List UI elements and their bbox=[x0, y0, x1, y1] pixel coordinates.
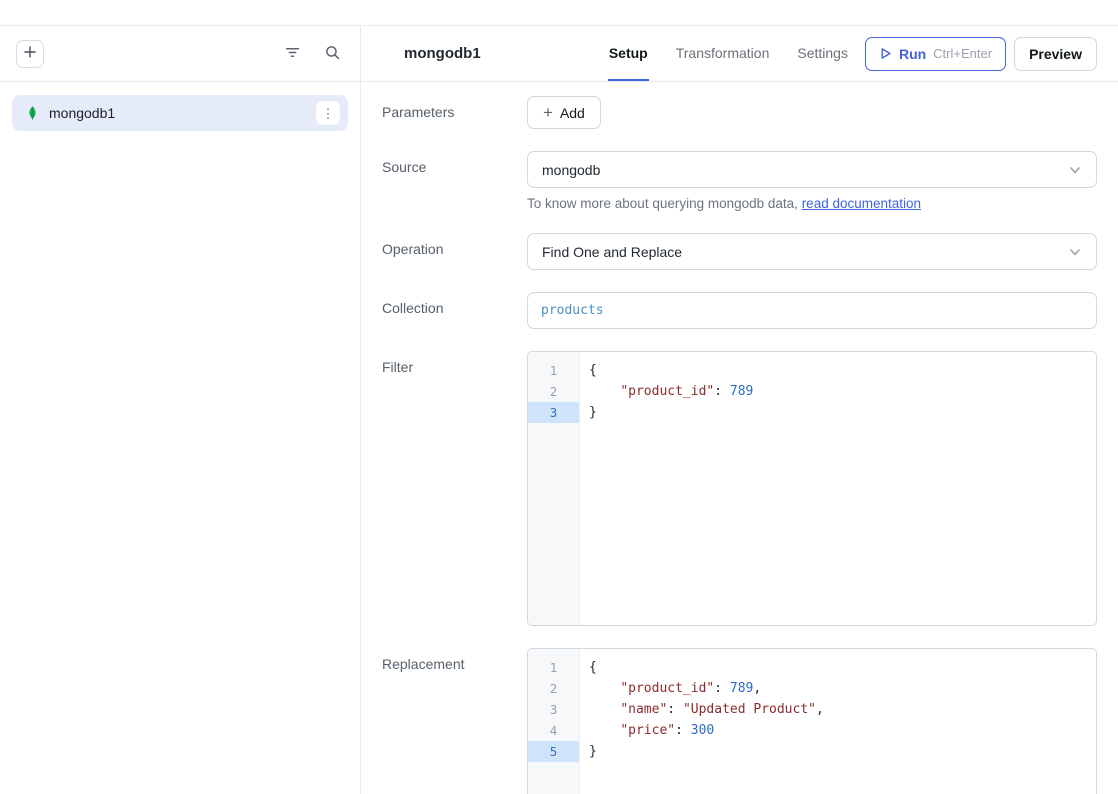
code-line: "product_id": 789, bbox=[589, 678, 1096, 699]
query-title: mongodb1 bbox=[404, 45, 481, 62]
collection-label: Collection bbox=[382, 292, 527, 329]
replacement-code-area[interactable]: { "product_id": 789, "name": "Updated Pr… bbox=[580, 649, 1096, 794]
filter-label: Filter bbox=[382, 351, 527, 626]
filter-icon bbox=[284, 44, 301, 64]
code-line: { bbox=[589, 657, 1096, 678]
replacement-label: Replacement bbox=[382, 648, 527, 794]
replacement-code-editor[interactable]: 12345 { "product_id": 789, "name": "Upda… bbox=[527, 648, 1097, 794]
line-number: 1 bbox=[528, 360, 579, 381]
parameters-row: Parameters + Add bbox=[382, 96, 1097, 129]
parameters-label: Parameters bbox=[382, 96, 527, 129]
kebab-icon: ⋮ bbox=[322, 107, 335, 120]
code-line: "product_id": 789 bbox=[589, 381, 1096, 402]
run-button[interactable]: Run Ctrl+Enter bbox=[865, 37, 1006, 71]
line-number: 1 bbox=[528, 657, 579, 678]
add-parameter-button[interactable]: + Add bbox=[527, 96, 601, 129]
query-editor-panel: mongodb1 Setup Transformation Settings R… bbox=[361, 26, 1118, 794]
query-list: mongodb1 ⋮ bbox=[0, 82, 360, 144]
line-number: 4 bbox=[528, 720, 579, 741]
source-select-value: mongodb bbox=[542, 162, 1068, 178]
preview-button[interactable]: Preview bbox=[1014, 37, 1097, 71]
tab-bar: Setup Transformation Settings bbox=[608, 26, 849, 81]
source-select[interactable]: mongodb bbox=[527, 151, 1097, 188]
query-item-label: mongodb1 bbox=[49, 105, 306, 121]
query-sidebar-header bbox=[0, 26, 360, 82]
line-number-gutter: 123 bbox=[528, 352, 580, 625]
line-number-gutter: 12345 bbox=[528, 649, 580, 794]
plus-icon: + bbox=[543, 104, 553, 121]
tab-setup[interactable]: Setup bbox=[608, 26, 649, 81]
chevron-down-icon bbox=[1068, 245, 1082, 259]
chevron-down-icon bbox=[1068, 163, 1082, 177]
source-row: Source mongodb To know more about queryi… bbox=[382, 151, 1097, 211]
filter-code-editor[interactable]: 123 { "product_id": 789} bbox=[527, 351, 1097, 626]
collection-input-value: products bbox=[541, 303, 604, 318]
tab-settings[interactable]: Settings bbox=[796, 26, 849, 81]
filter-row: Filter 123 { "product_id": 789} bbox=[382, 351, 1097, 626]
add-query-button[interactable] bbox=[16, 40, 44, 68]
line-number: 3 bbox=[528, 402, 579, 423]
operation-select[interactable]: Find One and Replace bbox=[527, 233, 1097, 270]
line-number: 2 bbox=[528, 678, 579, 699]
mongodb-leaf-icon bbox=[25, 105, 40, 121]
line-number: 2 bbox=[528, 381, 579, 402]
code-line: "price": 300 bbox=[589, 720, 1096, 741]
filter-code-area[interactable]: { "product_id": 789} bbox=[580, 352, 1096, 625]
operation-select-value: Find One and Replace bbox=[542, 244, 1068, 260]
source-helper-prefix: To know more about querying mongodb data… bbox=[527, 196, 802, 211]
query-setup-form: Parameters + Add Source mongodb bbox=[361, 82, 1118, 794]
tab-transformation[interactable]: Transformation bbox=[675, 26, 771, 81]
app-window: mongodb1 ⋮ mongodb1 Setup Transformation… bbox=[0, 0, 1118, 794]
collection-input[interactable]: products bbox=[527, 292, 1097, 329]
query-item-menu-button[interactable]: ⋮ bbox=[315, 100, 341, 126]
run-button-label: Run bbox=[899, 46, 926, 62]
app-body: mongodb1 ⋮ mongodb1 Setup Transformation… bbox=[0, 26, 1118, 794]
query-editor-header: mongodb1 Setup Transformation Settings R… bbox=[361, 26, 1118, 82]
query-sidebar: mongodb1 ⋮ bbox=[0, 26, 361, 794]
code-line: } bbox=[589, 402, 1096, 423]
operation-row: Operation Find One and Replace bbox=[382, 233, 1097, 270]
source-label: Source bbox=[382, 151, 527, 211]
source-helper-text: To know more about querying mongodb data… bbox=[527, 196, 1097, 211]
query-list-item-mongodb1[interactable]: mongodb1 ⋮ bbox=[12, 95, 348, 131]
plus-icon bbox=[23, 45, 37, 62]
top-bar bbox=[0, 0, 1118, 26]
code-line: "name": "Updated Product", bbox=[589, 699, 1096, 720]
add-parameter-label: Add bbox=[560, 105, 585, 121]
code-line: { bbox=[589, 360, 1096, 381]
filter-queries-button[interactable] bbox=[279, 41, 305, 67]
operation-label: Operation bbox=[382, 233, 527, 270]
read-documentation-link[interactable]: read documentation bbox=[802, 196, 921, 211]
search-queries-button[interactable] bbox=[319, 41, 345, 67]
collection-row: Collection products bbox=[382, 292, 1097, 329]
line-number: 5 bbox=[528, 741, 579, 762]
code-line: } bbox=[589, 741, 1096, 762]
run-shortcut-hint: Ctrl+Enter bbox=[933, 46, 992, 61]
search-icon bbox=[324, 44, 341, 64]
line-number: 3 bbox=[528, 699, 579, 720]
play-icon bbox=[879, 47, 892, 60]
replacement-row: Replacement 12345 { "product_id": 789, "… bbox=[382, 648, 1097, 794]
